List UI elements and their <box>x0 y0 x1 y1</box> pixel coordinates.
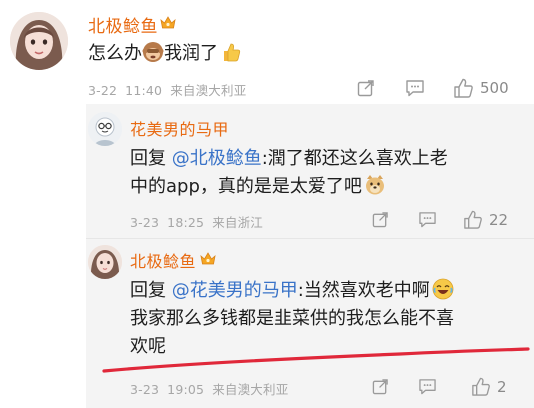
comment-thread: 北极鲶鱼 怎么办 我润了 3-22 11:40 来自澳大利亚 500 花美男的马… <box>0 0 534 408</box>
like-icon <box>454 78 473 98</box>
laughing-emoji-icon <box>432 278 454 300</box>
reply1-share-button[interactable] <box>372 211 389 228</box>
vip-crown-icon <box>160 16 176 29</box>
reply1-like-button[interactable]: 22 <box>462 209 508 230</box>
share-icon <box>372 379 388 395</box>
reply1-line1-rest: :潤了都还这么喜欢上老 <box>261 148 448 169</box>
reply1-reply-word: 回复 <box>130 148 166 169</box>
vip-crown-icon <box>200 252 216 265</box>
like-button[interactable]: 500 <box>452 77 509 99</box>
share-button[interactable] <box>357 79 375 97</box>
comment-text: 怎么办 我润了 <box>88 40 242 68</box>
avatar[interactable] <box>10 12 68 70</box>
reply1-time: 18:25 <box>167 215 205 230</box>
share-icon <box>357 80 374 97</box>
comment-username[interactable]: 北极鲶鱼 <box>88 12 158 37</box>
reply2-text-line3: 欢呢 <box>130 336 166 357</box>
reply2-username[interactable]: 北极鲶鱼 <box>130 248 196 272</box>
reply2-date: 3-23 <box>130 382 160 397</box>
reply1-meta: 3-23 18:25 来自浙江 <box>130 212 263 231</box>
reply-divider <box>86 238 534 239</box>
reply1-date: 3-23 <box>130 215 160 230</box>
comment-time: 11:40 <box>125 83 163 98</box>
reply1-line2: 中的app，真的是是太爱了吧 <box>130 176 362 197</box>
comment-location: 来自澳大利亚 <box>170 83 247 98</box>
reply2-like-count: 2 <box>497 377 507 396</box>
comment-icon <box>419 379 436 395</box>
reply1-text-line1: 回复 @北极鲶鱼:潤了都还这么喜欢上老 <box>130 145 448 173</box>
reply1-mention[interactable]: @北极鲶鱼 <box>172 148 262 169</box>
reply2-share-button[interactable] <box>372 378 389 395</box>
reply2-line1-rest: :当然喜欢老中啊 <box>297 280 430 301</box>
reply2-text-line2: 我家那么多钱都是韭菜供的我怎么能不喜 <box>130 308 454 329</box>
reply2-meta: 3-23 19:05 来自澳大利亚 <box>130 379 288 398</box>
reply1-avatar[interactable] <box>88 112 122 146</box>
like-icon <box>472 377 490 396</box>
monkey-emoji-icon <box>142 42 164 62</box>
reply1-comment-button[interactable] <box>418 211 437 228</box>
comment-icon <box>419 212 436 228</box>
reply2-like-button[interactable]: 2 <box>470 376 507 397</box>
reply2-avatar[interactable] <box>88 245 122 279</box>
comment-date: 3-22 <box>88 83 118 98</box>
reply1-location: 来自浙江 <box>212 215 264 230</box>
reply1-text-line2: 中的app，真的是是太爱了吧 <box>130 173 386 201</box>
doge-emoji-icon <box>365 175 384 195</box>
reply2-location: 来自澳大利亚 <box>212 382 289 397</box>
reply1-like-count: 22 <box>489 210 509 229</box>
comment-icon <box>406 80 424 97</box>
comment-button[interactable] <box>405 79 425 97</box>
comment-meta: 3-22 11:40 来自澳大利亚 <box>88 80 246 99</box>
reply2-time: 19:05 <box>167 382 205 397</box>
thumbs-up-emoji-icon <box>224 43 241 62</box>
like-count: 500 <box>480 79 509 97</box>
reply2-text-line1: 回复 @花美男的马甲:当然喜欢老中啊 <box>130 277 454 305</box>
reply2-reply-word: 回复 <box>130 280 166 301</box>
comment-text-prefix: 怎么办 <box>88 43 142 64</box>
reply1-username[interactable]: 花美男的马甲 <box>130 116 229 140</box>
like-icon <box>464 210 482 229</box>
reply2-comment-button[interactable] <box>418 378 437 395</box>
reply2-mention[interactable]: @花美男的马甲 <box>172 280 298 301</box>
share-icon <box>372 212 388 228</box>
comment-text-suffix: 我润了 <box>164 43 218 64</box>
